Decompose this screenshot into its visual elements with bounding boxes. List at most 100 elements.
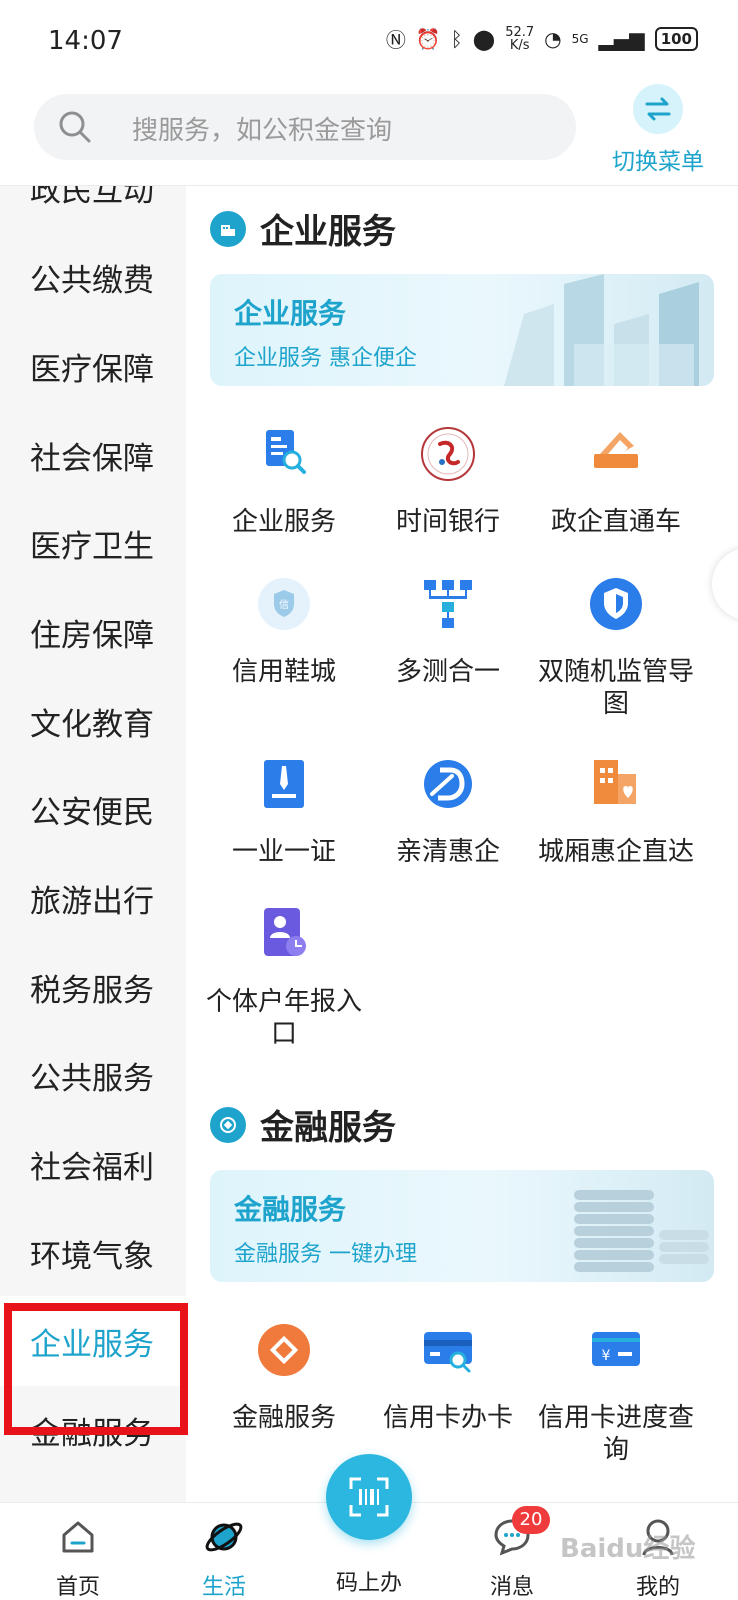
certificate-icon xyxy=(264,760,304,808)
service-time-bank[interactable]: 时间银行 xyxy=(364,424,532,538)
app-screen: 14:07 Ⓝ ⏰ ᛒ ⬤ 52.7 K/s ◔ 5G ▂▄▆ 100 搜服务，… xyxy=(0,0,738,1600)
service-finance[interactable]: 金融服务 xyxy=(200,1320,368,1434)
sidebar-item[interactable]: 医疗卫生 xyxy=(0,498,186,588)
service-label: 双随机监管导图 xyxy=(537,657,694,719)
wifi-icon: ◔ xyxy=(544,26,562,51)
shield-icon xyxy=(590,578,642,630)
section-title: 企业服务 xyxy=(210,204,396,253)
sidebar-item[interactable]: 旅游出行 xyxy=(0,853,186,943)
sidebar-item[interactable]: 环境气象 xyxy=(0,1208,186,1298)
service-label: 金融服务 xyxy=(231,1403,336,1433)
status-icons: Ⓝ ⏰ ᛒ ⬤ 52.7 K/s ◔ 5G ▂▄▆ 100 xyxy=(386,24,698,53)
net-speed-unit: K/s xyxy=(509,37,530,53)
search-input[interactable]: 搜服务，如公积金查询 xyxy=(34,94,576,160)
sidebar-item[interactable]: 税务服务 xyxy=(0,942,186,1032)
service-one-license[interactable]: 一业一证 xyxy=(200,754,368,868)
service-label: 企业服务 xyxy=(231,507,336,537)
location-icon: ⬤ xyxy=(472,26,496,51)
building-heart-icon xyxy=(594,760,636,804)
search-placeholder: 搜服务，如公积金查询 xyxy=(132,116,393,146)
section-title-text: 金融服务 xyxy=(260,1108,396,1148)
tab-label: 我的 xyxy=(635,1575,680,1600)
sidebar-item[interactable]: 公安便民 xyxy=(0,764,186,854)
banner-subtitle: 金融服务 一键办理 xyxy=(234,1242,417,1267)
nfc-icon: Ⓝ xyxy=(385,28,406,52)
battery-indicator: 100 xyxy=(654,26,698,51)
skyscraper-illustration xyxy=(504,274,699,386)
scan-code-button[interactable] xyxy=(326,1454,412,1540)
hierarchy-icon xyxy=(424,580,472,628)
user-report-icon xyxy=(264,908,306,956)
credit-shield-icon: 信 xyxy=(258,578,310,630)
network-type: 5G xyxy=(571,31,589,46)
service-label: 一业一证 xyxy=(231,837,336,867)
document-search-icon xyxy=(266,430,306,474)
credit-card-search-icon xyxy=(424,1332,472,1373)
net-speed: 52.7 K/s xyxy=(505,26,534,52)
tab-life[interactable]: 生活 xyxy=(164,1503,284,1600)
service-label: 城厢惠企直达 xyxy=(537,837,694,867)
service-chengxiang[interactable]: 城厢惠企直达 xyxy=(532,754,700,868)
alarm-icon: ⏰ xyxy=(415,26,441,51)
section-title-text: 企业服务 xyxy=(260,212,396,252)
service-label: 信用鞋城 xyxy=(231,657,336,687)
service-label: 时间银行 xyxy=(395,507,500,537)
svg-text:信: 信 xyxy=(279,599,289,611)
tab-label: 码上办 xyxy=(335,1571,402,1596)
bluetooth-icon: ᛒ xyxy=(450,26,463,51)
service-content: 企业服务 企业服务 企业服务 惠企便企 企业服务 时间银行 政企直通车 信 信用… xyxy=(186,186,738,1502)
status-bar: 14:07 Ⓝ ⏰ ᛒ ⬤ 52.7 K/s ◔ 5G ▂▄▆ 100 xyxy=(0,0,738,82)
sidebar-item[interactable]: 公共服务 xyxy=(0,1030,186,1120)
building-icon xyxy=(210,210,246,247)
yuan-card-icon: ¥ xyxy=(592,1332,640,1366)
service-credit-shoe-city[interactable]: 信 信用鞋城 xyxy=(200,574,368,688)
service-enterprise[interactable]: 企业服务 xyxy=(200,424,368,538)
sidebar-item[interactable]: 文化教育 xyxy=(0,676,186,766)
service-multi-survey[interactable]: 多测合一 xyxy=(364,574,532,688)
service-gov-enterprise[interactable]: 政企直通车 xyxy=(532,424,700,538)
sidebar-item[interactable]: 住房保障 xyxy=(0,587,186,677)
diamond-coin-icon xyxy=(258,1324,310,1376)
banner-title: 金融服务 xyxy=(234,1193,347,1226)
service-label: 个体户年报入口 xyxy=(205,987,362,1049)
watermark-text: Baidu经验 xyxy=(560,1534,696,1564)
time-bank-logo-icon xyxy=(421,427,475,481)
sidebar-item[interactable]: 政民互动 xyxy=(0,186,186,232)
status-time: 14:07 xyxy=(48,26,123,56)
service-label: 亲清惠企 xyxy=(395,837,500,867)
d-logo-icon xyxy=(424,760,472,808)
coin-icon xyxy=(210,1106,246,1143)
tab-home[interactable]: 首页 xyxy=(18,1503,138,1600)
banner-title: 企业服务 xyxy=(234,297,347,330)
service-label: 多测合一 xyxy=(395,657,500,687)
switch-menu-label: 切换菜单 xyxy=(612,149,704,175)
sidebar-item[interactable]: 医疗保障 xyxy=(0,321,186,411)
service-dual-random[interactable]: 双随机监管导图 xyxy=(532,574,700,720)
switch-menu-button[interactable]: 切换菜单 xyxy=(608,84,708,175)
red-highlight-box xyxy=(4,1303,188,1435)
enterprise-banner[interactable]: 企业服务 企业服务 惠企便企 xyxy=(210,274,714,386)
service-label: 政企直通车 xyxy=(550,507,681,537)
ticket-icon xyxy=(594,432,638,468)
finance-banner[interactable]: 金融服务 金融服务 一键办理 xyxy=(210,1170,714,1282)
service-individual-report[interactable]: 个体户年报入口 xyxy=(200,904,368,1050)
tab-label: 生活 xyxy=(201,1575,246,1600)
coin-stack-illustration xyxy=(574,1190,709,1272)
planet-icon xyxy=(205,1522,243,1552)
service-label: 信用卡进度查询 xyxy=(537,1403,694,1465)
swap-icon xyxy=(633,84,683,134)
service-qinqing[interactable]: 亲清惠企 xyxy=(364,754,532,868)
svg-text:¥: ¥ xyxy=(602,1348,611,1364)
service-credit-card-apply[interactable]: 信用卡办卡 xyxy=(364,1320,532,1434)
sidebar-item[interactable]: 社会保障 xyxy=(0,410,186,500)
tab-label: 首页 xyxy=(55,1575,100,1600)
sidebar-item[interactable]: 公共缴费 xyxy=(0,232,186,322)
message-count-badge: 20 xyxy=(512,1506,550,1534)
service-credit-card-progress[interactable]: ¥ 信用卡进度查询 xyxy=(532,1320,700,1466)
sidebar-item[interactable]: 社会福利 xyxy=(0,1119,186,1209)
banner-subtitle: 企业服务 惠企便企 xyxy=(234,346,417,371)
home-icon xyxy=(62,1521,94,1553)
tab-label: 消息 xyxy=(489,1575,534,1600)
search-icon xyxy=(59,111,91,143)
signal-icon: ▂▄▆ xyxy=(598,26,645,51)
